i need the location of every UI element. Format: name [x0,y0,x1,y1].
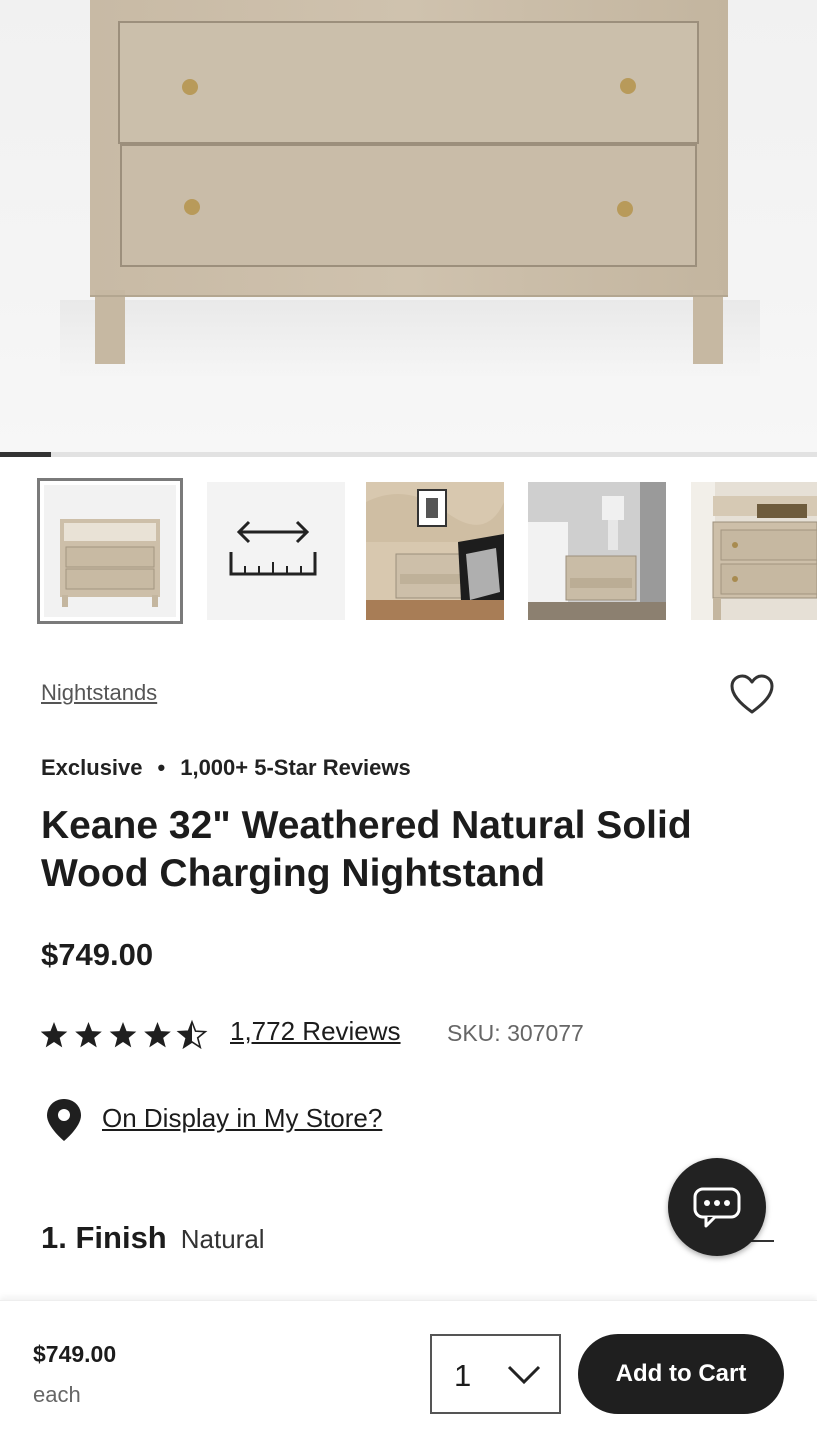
quantity-value: 1 [454,1358,472,1393]
sticky-cart-bar: $749.00 each 1 Add to Cart [0,1300,817,1440]
nightstand-angle-image [691,482,817,620]
nightstand-thumbnail-image [60,519,160,607]
chat-button[interactable] [668,1158,766,1256]
star-icon [41,1022,68,1048]
product-hero-image[interactable] [0,0,817,452]
gallery-progress-fill [0,452,52,457]
heart-icon[interactable] [728,672,776,716]
sku-text: SKU: 307077 [447,1020,584,1046]
finish-option[interactable]: 1. Finish Natural [41,1220,265,1256]
five-star-reviews-tag: 1,000+ 5-Star Reviews [180,755,411,780]
add-to-cart-button[interactable]: Add to Cart [578,1334,784,1414]
location-pin-icon [47,1099,81,1141]
bedroom-scene-image [528,482,666,620]
ruler-icon [229,520,317,576]
quantity-select[interactable]: 1 [430,1334,561,1414]
chat-bubble-icon [693,1187,741,1228]
chevron-down-icon [507,1365,541,1385]
product-tags: Exclusive • 1,000+ 5-Star Reviews [41,755,411,781]
dimensions-thumbnail[interactable] [207,482,345,620]
reviews-link[interactable]: 1,772 Reviews [230,1016,401,1047]
bedroom-scene-image [366,482,504,620]
gallery-progress-bar [0,452,817,457]
finish-value: Natural [180,1224,265,1254]
star-icon [176,1019,208,1050]
nightstand-angle-thumbnail[interactable] [691,482,817,620]
star-icon [75,1022,102,1048]
star-icon [109,1022,137,1048]
nightstand-front-thumbnail[interactable] [37,478,183,624]
thumbnail-strip[interactable] [0,478,817,624]
nightstand-image [60,0,760,380]
on-display-link[interactable]: On Display in My Store? [102,1103,382,1134]
star-rating[interactable] [41,1018,211,1052]
finish-label: 1. Finish [41,1220,167,1255]
cart-bar-each: each [33,1382,81,1407]
bedroom-scene-2-thumbnail[interactable] [528,482,666,620]
rating-row: 1,772 Reviews SKU: 307077 [41,1014,801,1054]
store-availability[interactable]: On Display in My Store? [45,1095,645,1143]
tag-separator: • [157,755,166,780]
cart-bar-price: $749.00 [33,1341,117,1367]
product-price: $749.00 [41,937,154,972]
bedroom-scene-1-thumbnail[interactable] [366,482,504,620]
product-title: Keane 32" Weathered Natural Solid Wood C… [41,804,692,895]
star-icon [144,1022,171,1048]
breadcrumb-nightstands[interactable]: Nightstands [41,680,157,706]
exclusive-tag: Exclusive [41,755,143,780]
